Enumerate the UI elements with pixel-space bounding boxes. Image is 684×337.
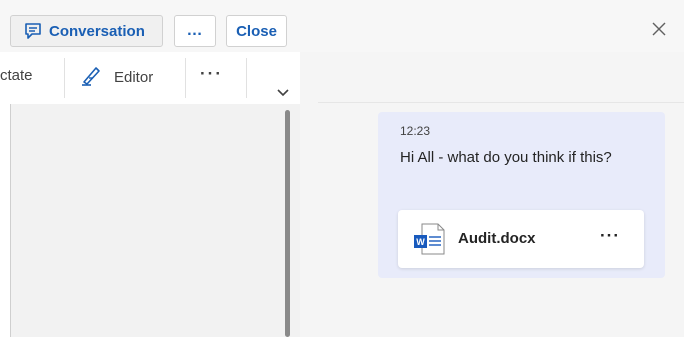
ribbon-divider	[64, 58, 65, 98]
editor-button[interactable]: Editor	[80, 63, 153, 91]
top-bar: Conversation … Close	[0, 0, 684, 52]
pane-close-button[interactable]	[648, 20, 670, 42]
document-page[interactable]	[0, 104, 11, 337]
document-scrollbar[interactable]	[285, 110, 290, 337]
chat-message: 12:23 Hi All - what do you think if this…	[378, 112, 665, 278]
pane-divider	[318, 102, 684, 103]
app-window: Conversation … Close ctate Editor ··· 12…	[0, 0, 684, 337]
ribbon-more-button[interactable]: ···	[200, 64, 223, 84]
attachment-more-button[interactable]: ···	[600, 226, 620, 246]
ribbon-toolbar: ctate Editor ···	[0, 52, 300, 104]
more-options-button[interactable]: …	[174, 15, 216, 47]
message-timestamp: 12:23	[400, 124, 431, 138]
close-icon	[652, 22, 666, 41]
attachment-file-name: Audit.docx	[458, 230, 536, 247]
file-attachment[interactable]: W Audit.docx ···	[398, 210, 644, 268]
ribbon-expand-button[interactable]	[276, 86, 290, 98]
editor-pen-icon	[80, 64, 102, 91]
conversation-label: Conversation	[49, 22, 145, 40]
document-area	[0, 104, 300, 337]
conversation-pane: 12:23 Hi All - what do you think if this…	[300, 52, 684, 337]
editor-label: Editor	[114, 68, 154, 86]
word-document-icon: W	[412, 223, 446, 255]
svg-text:W: W	[416, 237, 425, 247]
dictate-button[interactable]: ctate	[0, 67, 33, 84]
dictate-label: ctate	[0, 67, 33, 84]
more-options-label: …	[186, 22, 204, 39]
message-text: Hi All - what do you think if this?	[400, 149, 612, 166]
chevron-down-icon	[276, 86, 290, 103]
ribbon-divider	[185, 58, 186, 98]
chat-icon	[23, 21, 43, 41]
close-label: Close	[236, 22, 277, 40]
ribbon-more-label: ···	[200, 64, 223, 83]
conversation-button[interactable]: Conversation	[10, 15, 163, 47]
ribbon-divider	[246, 58, 247, 98]
close-button[interactable]: Close	[226, 15, 287, 47]
